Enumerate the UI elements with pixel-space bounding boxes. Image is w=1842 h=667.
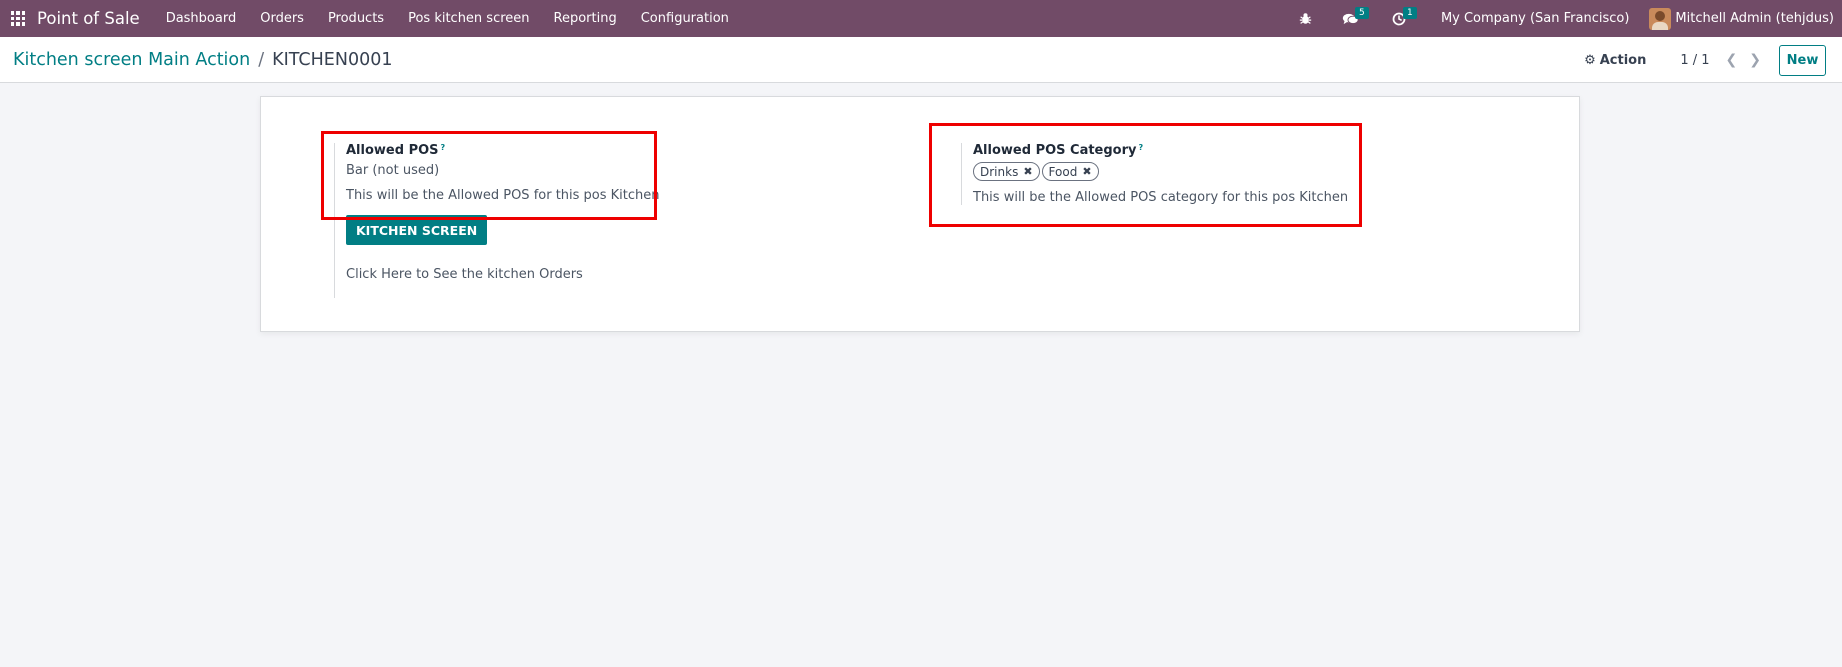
user-name: Mitchell Admin (tehjdus) — [1675, 11, 1834, 26]
messages-badge: 5 — [1354, 7, 1369, 19]
new-button[interactable]: New — [1779, 44, 1826, 76]
breadcrumb-current: KITCHEN0001 — [272, 49, 393, 70]
breadcrumb-separator: / — [258, 49, 265, 70]
app-brand[interactable]: Point of Sale — [37, 9, 140, 28]
top-navbar: Point of Sale Dashboard Orders Products … — [0, 0, 1842, 37]
breadcrumb-parent-link[interactable]: Kitchen screen Main Action — [13, 50, 250, 70]
bug-icon[interactable] — [1293, 0, 1319, 37]
chat-icon[interactable]: 5 — [1329, 0, 1373, 37]
user-menu[interactable]: Mitchell Admin (tehjdus) — [1649, 7, 1834, 30]
menu-dashboard[interactable]: Dashboard — [154, 0, 249, 37]
apps-grid-icon[interactable] — [2, 0, 34, 37]
pager-next-icon[interactable]: ❯ — [1749, 52, 1761, 68]
gear-icon: ⚙ — [1584, 52, 1596, 68]
company-switcher[interactable]: My Company (San Francisco) — [1441, 11, 1629, 26]
pager-value[interactable]: 1 / 1 — [1680, 53, 1709, 68]
menu-orders[interactable]: Orders — [248, 0, 316, 37]
highlight-box-allowed-pos-category — [929, 123, 1362, 227]
kitchen-orders-note: Click Here to See the kitchen Orders — [346, 267, 583, 282]
breadcrumb: Kitchen screen Main Action / KITCHEN0001 — [13, 50, 393, 70]
avatar — [1649, 7, 1672, 30]
control-panel: Kitchen screen Main Action / KITCHEN0001… — [0, 37, 1842, 83]
pager-previous-icon[interactable]: ❮ — [1726, 52, 1738, 68]
menu-pos-kitchen-screen[interactable]: Pos kitchen screen — [396, 0, 541, 37]
clock-icon[interactable]: 1 — [1379, 0, 1419, 37]
action-menu-button[interactable]: ⚙ Action — [1584, 53, 1646, 68]
activities-badge: 1 — [1402, 7, 1417, 19]
highlight-box-allowed-pos — [321, 131, 657, 220]
action-label: Action — [1599, 52, 1647, 68]
menu-configuration[interactable]: Configuration — [629, 0, 741, 37]
menu-reporting[interactable]: Reporting — [542, 0, 629, 37]
menu-products[interactable]: Products — [316, 0, 396, 37]
